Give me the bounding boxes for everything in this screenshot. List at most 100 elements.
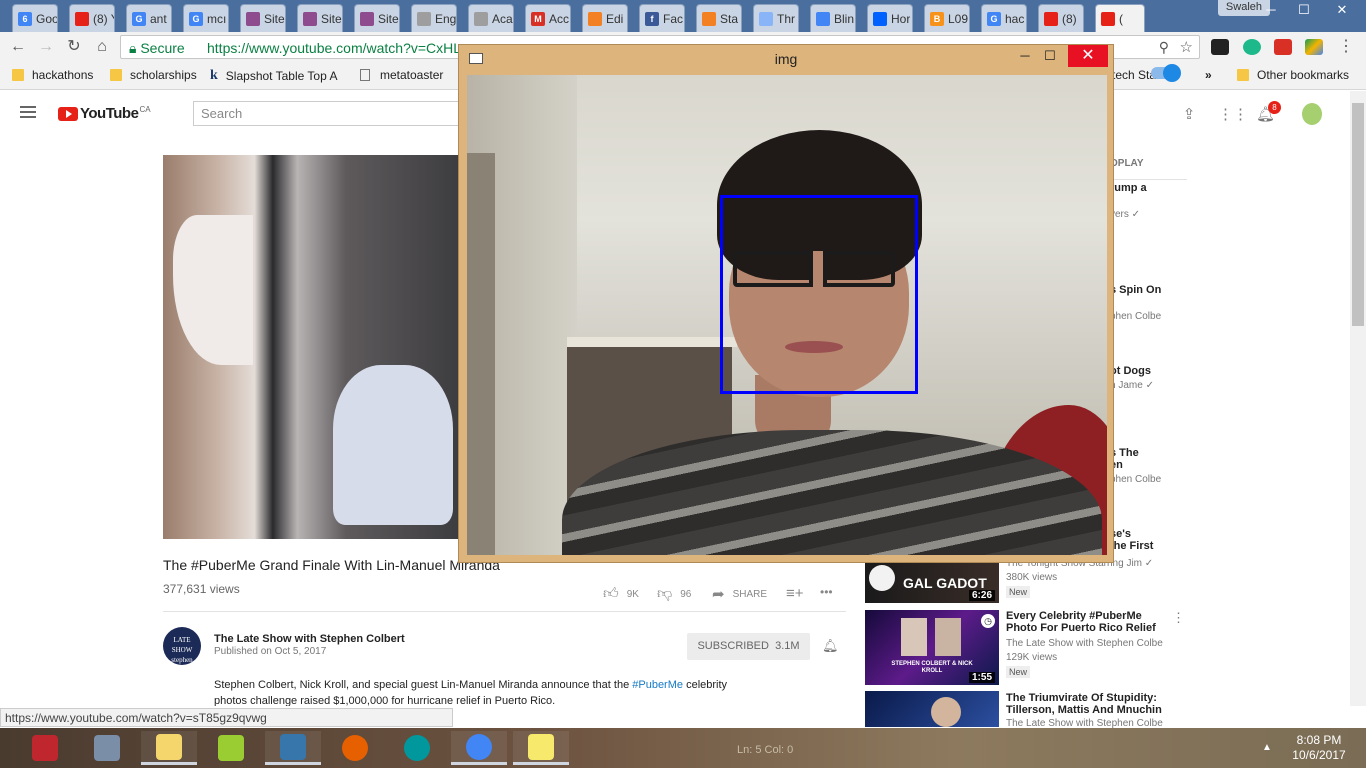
sidebar-title-partial[interactable]: s The <box>1110 447 1139 459</box>
subscribed-button[interactable]: SUBSCRIBED 3.1M <box>687 633 810 660</box>
autoplay-toggle-knob[interactable] <box>1163 64 1181 82</box>
taskbar-file-explorer-icon[interactable] <box>141 731 197 765</box>
img-window[interactable]: img ─ ☐ ✕ <box>458 44 1114 563</box>
browser-tab[interactable]: Aca <box>468 4 514 32</box>
bookmark-hackathons[interactable]: hackathons <box>12 68 93 82</box>
tab-favicon-icon: G <box>987 11 1001 26</box>
sidebar-thumbnail-2[interactable]: STEPHEN COLBERT & NICK KROLL ◷ 1:55 <box>865 610 999 685</box>
extension-film-icon[interactable] <box>1211 39 1229 55</box>
tab-label: ( <box>1119 11 1123 26</box>
sidebar-title[interactable]: Every Celebrity #PuberMe Photo For Puert… <box>1006 610 1171 634</box>
forward-icon[interactable]: → <box>36 37 56 57</box>
browser-tab[interactable]: Ghac <box>981 4 1027 32</box>
close-icon[interactable]: ✕ <box>1068 45 1108 67</box>
taskbar-flash-icon[interactable] <box>17 731 73 765</box>
back-icon[interactable]: ← <box>8 37 28 57</box>
sidebar-thumbnail-3[interactable] <box>865 691 999 727</box>
browser-maximize-icon[interactable]: ☐ <box>1288 0 1320 20</box>
bookmark-star-icon[interactable]: ☆ <box>1180 38 1193 56</box>
url-text[interactable]: https://www.youtube.com/watch?v=CxHL <box>207 40 461 56</box>
dislike-button[interactable]: 👎︎ 96 <box>657 585 691 603</box>
youtube-logo[interactable]: YouTube CA <box>58 105 151 122</box>
publish-date: Published on Oct 5, 2017 <box>214 646 327 657</box>
minimize-icon[interactable]: ─ <box>1011 45 1039 67</box>
browser-minimize-icon[interactable]: ─ <box>1255 0 1287 20</box>
hashtag-link[interactable]: #PuberMe <box>632 679 683 691</box>
zoom-search-icon[interactable]: ⚲ <box>1159 39 1169 56</box>
add-to-playlist-button[interactable]: ≡+ <box>786 585 812 602</box>
browser-tab[interactable]: ( <box>1095 4 1145 32</box>
browser-tab[interactable]: M Acc <box>525 4 571 32</box>
browser-close-icon[interactable]: ✕ <box>1326 0 1358 20</box>
sidebar-title-partial[interactable]: the First <box>1110 540 1153 552</box>
hamburger-menu-icon[interactable] <box>20 106 36 118</box>
system-clock[interactable]: 8:08 PM 10/6/2017 <box>1290 733 1348 763</box>
chrome-glyph <box>466 733 492 760</box>
more-actions-button[interactable]: ••• <box>820 585 833 599</box>
bookmark-slapshot[interactable]: k Slapshot Table Top A <box>210 68 337 84</box>
watch-later-clock-icon[interactable]: ◷ <box>981 614 995 628</box>
bookmark-scholarships[interactable]: scholarships <box>110 68 197 82</box>
tray-expand-icon[interactable]: ▲ <box>1262 742 1272 753</box>
google-drive-icon[interactable] <box>1305 39 1323 55</box>
browser-tab[interactable]: Gmcı <box>183 4 229 32</box>
browser-tab[interactable]: Gant <box>126 4 172 32</box>
chrome-menu-icon[interactable]: ⋮ <box>1336 37 1356 57</box>
browser-tab[interactable]: B L09 <box>924 4 970 32</box>
browser-tab[interactable]: Edi <box>582 4 628 32</box>
sidebar-channel[interactable]: The Late Show with Stephen Colbe <box>1006 638 1163 649</box>
page-scrollbar[interactable] <box>1350 91 1366 706</box>
channel-name[interactable]: The Late Show with Stephen Colbert <box>214 633 405 645</box>
browser-tab[interactable]: (8) Y <box>69 4 115 32</box>
taskbar-window-switcher-icon[interactable] <box>79 731 135 765</box>
sidebar-title-partial[interactable]: s Spin On <box>1110 284 1161 296</box>
sidebar-item-menu-icon[interactable]: ⋮ <box>1172 610 1185 626</box>
home-icon[interactable]: ⌂ <box>92 37 112 57</box>
video-player[interactable] <box>163 155 468 539</box>
extension-m-icon[interactable] <box>1243 39 1261 55</box>
sidebar-thumbnail-1[interactable]: GAL GADOT 6:26 <box>865 563 999 603</box>
browser-tab[interactable]: f Fac <box>639 4 685 32</box>
browser-tab[interactable]: Blin <box>810 4 856 32</box>
taskbar-sticky-notes-icon[interactable] <box>513 731 569 765</box>
browser-tab[interactable]: Thr <box>753 4 799 32</box>
search-input[interactable]: Search <box>193 101 483 126</box>
bookmarks-overflow-chevron[interactable]: » <box>1205 68 1212 82</box>
browser-tab[interactable]: Site <box>297 4 343 32</box>
browser-tab[interactable]: (8) <box>1038 4 1084 32</box>
sidebar-title[interactable]: The Triumvirate Of Stupidity: Tillerson,… <box>1006 692 1176 716</box>
browser-tab[interactable]: Eng <box>411 4 457 32</box>
channel-notification-bell-icon[interactable]: 🔔︎ <box>822 638 839 654</box>
browser-tab[interactable]: Site <box>240 4 286 32</box>
browser-tab[interactable]: Sta <box>696 4 742 32</box>
apps-grid-icon[interactable]: ⋮⋮ <box>1218 105 1248 123</box>
tab-favicon-icon <box>873 11 887 26</box>
reload-icon[interactable]: ↻ <box>64 37 84 57</box>
share-button[interactable]: ➦ SHARE <box>712 585 767 603</box>
maximize-icon[interactable]: ☐ <box>1036 45 1064 67</box>
tab-favicon-icon <box>303 11 317 26</box>
taskbar-python-icon[interactable] <box>265 731 321 765</box>
browser-tab[interactable]: Site <box>354 4 400 32</box>
account-avatar[interactable] <box>1302 103 1322 125</box>
arduino-glyph <box>404 735 430 761</box>
browser-tab[interactable]: 6 Goo <box>12 4 58 32</box>
extension-cors-icon[interactable] <box>1274 39 1292 55</box>
taskbar-pencil-icon[interactable] <box>203 731 259 765</box>
scrollbar-thumb[interactable] <box>1352 103 1364 326</box>
channel-avatar[interactable]: LATE SHOW stephen colbert <box>163 627 201 674</box>
taskbar-arduino-icon[interactable] <box>389 731 445 765</box>
sidebar-title-partial[interactable]: ot Dogs <box>1110 365 1151 377</box>
img-window-titlebar[interactable]: img ─ ☐ ✕ <box>459 45 1113 75</box>
sidebar-views: 380K views <box>1006 572 1058 583</box>
bookmark-metatoaster[interactable]: metatoaster <box>360 68 443 82</box>
sidebar-channel[interactable]: The Late Show with Stephen Colbe <box>1006 718 1163 728</box>
like-button[interactable]: 👍︎ 9K <box>603 585 639 603</box>
taskbar-chrome-icon[interactable] <box>451 731 507 765</box>
taskbar-firefox-icon[interactable] <box>327 731 383 765</box>
browser-tab[interactable]: Hor <box>867 4 913 32</box>
bookmark-other[interactable]: Other bookmarks <box>1237 68 1349 82</box>
upload-icon[interactable]: ⇪ <box>1180 105 1198 123</box>
sidebar-title-partial[interactable]: rump a <box>1110 182 1147 194</box>
video-description: Stephen Colbert, Nick Kroll, and special… <box>214 679 728 706</box>
